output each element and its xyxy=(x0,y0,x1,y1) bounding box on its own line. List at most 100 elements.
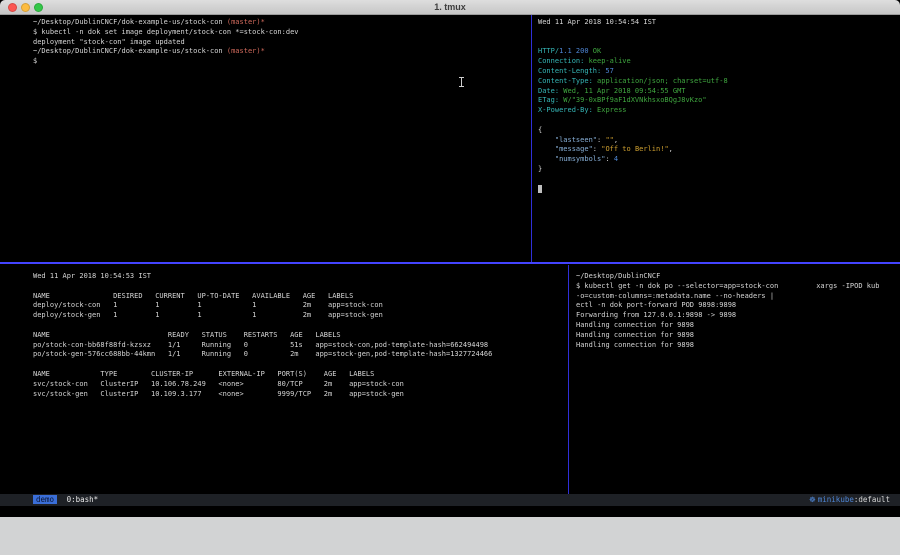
pane-border-horizontal[interactable] xyxy=(0,262,900,264)
text-segment: 1.1 200 xyxy=(559,47,589,55)
terminal-line: Handling connection for 9898 xyxy=(576,321,900,331)
terminal-line: deploy/stock-gen 1 1 1 1 2m app=stock-ge… xyxy=(33,311,568,321)
terminal-line: NAME TYPE CLUSTER-IP EXTERNAL-IP PORT(S)… xyxy=(33,370,568,380)
terminal-line: ectl -n dok port-forward POD 9898:9898 xyxy=(576,301,900,311)
status-right: ☸minikube:default xyxy=(809,494,890,506)
terminal-line: "numsymbols": 4 xyxy=(538,155,900,165)
terminal-line: Connection: keep-alive xyxy=(538,57,900,67)
terminal-line xyxy=(538,185,900,195)
text-segment: svc/stock-con ClusterIP 10.106.78.249 <n… xyxy=(33,380,404,388)
text-segment: po/stock-gen-576cc688bb-44kmn 1/1 Runnin… xyxy=(33,350,492,358)
terminal-line: "lastseen": "", xyxy=(538,136,900,146)
text-segment: deploy/stock-con 1 1 1 1 2m app=stock-co… xyxy=(33,301,383,309)
terminal-line xyxy=(538,175,900,185)
terminal-line: Handling connection for 9898 xyxy=(576,331,900,341)
text-segment: deployment "stock-con" image updated xyxy=(33,38,185,46)
text-segment: $ xyxy=(33,57,37,65)
text-segment: NAME TYPE CLUSTER-IP EXTERNAL-IP PORT(S)… xyxy=(33,370,374,378)
text-segment: Date: xyxy=(538,87,559,95)
terminal-line: Handling connection for 9898 xyxy=(576,341,900,351)
text-segment: Forwarding from 127.0.0.1:9898 -> 9898 xyxy=(576,311,736,319)
text-segment: (master)* xyxy=(227,47,265,55)
text-segment: NAME DESIRED CURRENT UP-TO-DATE AVAILABL… xyxy=(33,292,353,300)
text-segment: ETag: xyxy=(538,96,559,104)
text-segment: Content-Length: xyxy=(538,67,601,75)
text-segment: Wed, 11 Apr 2018 09:54:55 GMT xyxy=(559,87,685,95)
terminal-line: } xyxy=(538,165,900,175)
terminal-line: deployment "stock-con" image updated xyxy=(33,38,531,48)
terminal-line: Wed 11 Apr 2018 10:54:53 IST xyxy=(33,272,568,282)
text-segment: } xyxy=(538,165,542,173)
text-segment: $ kubectl -n dok set image deployment/st… xyxy=(33,28,299,36)
text-segment: ~/Desktop/DublinCNCF/dok-example-us/stoc… xyxy=(33,18,227,26)
text-segment: Handling connection for 9898 xyxy=(576,321,694,329)
text-segment: application/json; charset=utf-8 xyxy=(593,77,728,85)
text-segment: (master)* xyxy=(227,18,265,26)
window-title: 1. tmux xyxy=(0,0,900,14)
terminal-line: po/stock-gen-576cc688bb-44kmn 1/1 Runnin… xyxy=(33,350,568,360)
text-segment: keep-alive xyxy=(584,57,630,65)
terminal-line xyxy=(538,28,900,38)
text-segment: svc/stock-gen ClusterIP 10.109.3.177 <no… xyxy=(33,390,404,398)
terminal-line: Content-Type: application/json; charset=… xyxy=(538,77,900,87)
text-segment: ~/Desktop/DublinCNCF/dok-example-us/stoc… xyxy=(33,47,227,55)
text-segment: , xyxy=(614,136,618,144)
terminal-line: -o=custom-columns=:metadata.name --no-he… xyxy=(576,292,900,302)
text-segment: ectl -n dok port-forward POD 9898:9898 xyxy=(576,301,736,309)
text-segment: 57 xyxy=(601,67,614,75)
tmux-status-bar: demo 0:bash* ☸minikube:default xyxy=(0,494,900,506)
pane-bottom-right-port-forward[interactable]: ~/Desktop/DublinCNCF $ kubectl get -n dok… xyxy=(570,265,900,494)
traffic-lights xyxy=(8,3,43,12)
close-button[interactable] xyxy=(8,3,17,12)
zoom-button[interactable] xyxy=(34,3,43,12)
text-segment: OK xyxy=(589,47,602,55)
text-segment: po/stock-con-bb68f88fd-kzsxz 1/1 Running… xyxy=(33,341,488,349)
terminal-line: po/stock-con-bb68f88fd-kzsxz 1/1 Running… xyxy=(33,341,568,351)
text-segment: X-Powered-By: xyxy=(538,106,593,114)
terminal-line: deploy/stock-con 1 1 1 1 2m app=stock-co… xyxy=(33,301,568,311)
window-tab[interactable]: 0:bash* xyxy=(67,495,99,504)
text-segment: W/"39-0xBPf9aF1dXVNkhsxoBQgJ8vKzo" xyxy=(559,96,707,104)
terminal-line: $ kubectl get -n dok po --selector=app=s… xyxy=(576,282,900,292)
terminal-line: Date: Wed, 11 Apr 2018 09:54:55 GMT xyxy=(538,87,900,97)
pane-border-vertical-top[interactable] xyxy=(531,15,532,262)
pane-top-right-http-response[interactable]: Wed 11 Apr 2018 10:54:54 IST HTTP/1.1 20… xyxy=(532,15,900,262)
text-segment: Express xyxy=(593,106,627,114)
window-titlebar: 1. tmux xyxy=(0,0,900,15)
status-left: demo 0:bash* xyxy=(33,494,98,506)
pane-bottom-left-kubectl-watch[interactable]: Wed 11 Apr 2018 10:54:53 IST NAME DESIRE… xyxy=(0,265,568,494)
text-segment: "numsymbols" xyxy=(538,155,605,163)
terminal-line: Content-Length: 57 xyxy=(538,67,900,77)
session-badge: demo xyxy=(33,495,57,504)
pane-border-vertical-bottom[interactable] xyxy=(568,265,569,494)
terminal-line: ~/Desktop/DublinCNCF/dok-example-us/stoc… xyxy=(33,18,531,28)
terminal-line xyxy=(33,360,568,370)
minimize-button[interactable] xyxy=(21,3,30,12)
text-segment: ~/Desktop/DublinCNCF xyxy=(576,272,660,280)
terminal-line: HTTP/1.1 200 OK xyxy=(538,47,900,57)
terminal-line: svc/stock-con ClusterIP 10.106.78.249 <n… xyxy=(33,380,568,390)
text-segment: $ kubectl get -n dok po --selector=app=s… xyxy=(576,282,879,290)
text-segment: "Off to Berlin!" xyxy=(601,145,668,153)
pane-top-left-shell[interactable]: ~/Desktop/DublinCNCF/dok-example-us/stoc… xyxy=(0,15,531,262)
text-segment: : xyxy=(605,155,613,163)
terminal-window: 1. tmux ~/Desktop/DublinCNCF/dok-example… xyxy=(0,0,900,517)
text-segment: , xyxy=(669,145,673,153)
text-segment: NAME READY STATUS RESTARTS AGE LABELS xyxy=(33,331,341,339)
text-segment: deploy/stock-gen 1 1 1 1 2m app=stock-ge… xyxy=(33,311,383,319)
terminal-line: NAME DESIRED CURRENT UP-TO-DATE AVAILABL… xyxy=(33,292,568,302)
terminal-line xyxy=(33,321,568,331)
terminal-line: ~/Desktop/DublinCNCF xyxy=(576,272,900,282)
terminal-line xyxy=(538,116,900,126)
terminal-line: svc/stock-gen ClusterIP 10.109.3.177 <no… xyxy=(33,390,568,400)
mouse-cursor-ibeam xyxy=(459,77,464,87)
terminal-line xyxy=(33,282,568,292)
terminal-line: { xyxy=(538,126,900,136)
text-segment xyxy=(538,185,542,193)
terminal-line: Wed 11 Apr 2018 10:54:54 IST xyxy=(538,18,900,28)
text-segment: -o=custom-columns=:metadata.name --no-he… xyxy=(576,292,774,300)
text-segment: Handling connection for 9898 xyxy=(576,341,694,349)
text-segment: : xyxy=(593,145,601,153)
desktop-background xyxy=(0,517,900,555)
kube-namespace: :default xyxy=(854,495,890,504)
